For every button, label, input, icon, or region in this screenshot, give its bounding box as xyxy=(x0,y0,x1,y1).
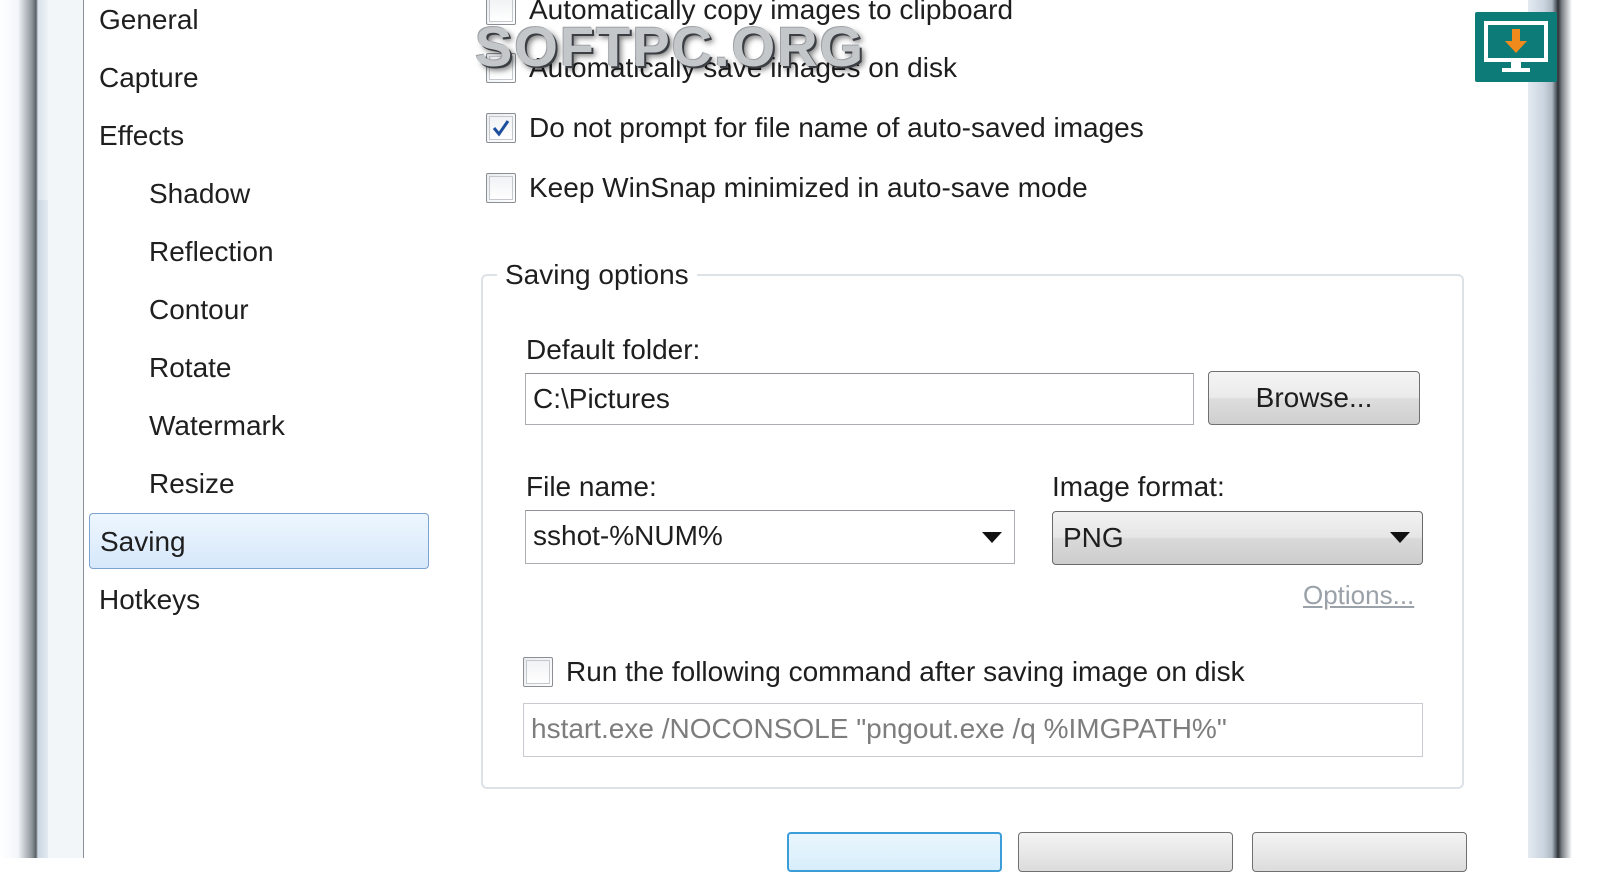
nav-item-general[interactable]: General xyxy=(99,0,199,48)
settings-nav-tree: General Capture Effects Shadow Reflectio… xyxy=(83,0,438,858)
keep-minimized-option[interactable]: Keep WinSnap minimized in auto-save mode xyxy=(486,168,1088,208)
keep-minimized-checkbox[interactable] xyxy=(486,173,516,203)
nav-item-shadow[interactable]: Shadow xyxy=(149,166,250,222)
image-format-dropdown-icon[interactable] xyxy=(1390,532,1410,543)
saving-settings-panel: Automatically copy images to clipboard A… xyxy=(437,0,1497,872)
image-format-label: Image format: xyxy=(1052,471,1225,502)
ok-button[interactable] xyxy=(787,832,1002,872)
file-name-label: File name: xyxy=(526,471,657,502)
image-format-select[interactable]: PNG xyxy=(1052,511,1423,565)
command-input[interactable]: hstart.exe /NOCONSOLE "pngout.exe /q %IM… xyxy=(523,703,1423,757)
nav-item-hotkeys[interactable]: Hotkeys xyxy=(99,572,200,628)
nav-item-resize[interactable]: Resize xyxy=(149,456,235,512)
default-folder-input[interactable]: C:\Pictures xyxy=(525,373,1194,425)
no-prompt-checkbox[interactable] xyxy=(486,113,516,143)
no-prompt-label: Do not prompt for file name of auto-save… xyxy=(529,112,1144,143)
nav-item-saving[interactable]: Saving xyxy=(89,513,429,569)
run-command-label: Run the following command after saving i… xyxy=(566,656,1245,687)
nav-item-rotate[interactable]: Rotate xyxy=(149,340,232,396)
watermark-text: SOFTPC.ORG xyxy=(475,15,866,78)
nav-item-capture[interactable]: Capture xyxy=(99,50,199,106)
window-frame-strip xyxy=(38,0,48,858)
window-frame-right xyxy=(1528,0,1600,858)
monitor-download-icon xyxy=(1484,21,1548,72)
run-command-checkbox[interactable] xyxy=(523,657,553,687)
image-format-value: PNG xyxy=(1063,522,1124,553)
nav-item-contour[interactable]: Contour xyxy=(149,282,249,338)
site-logo xyxy=(1475,12,1557,82)
sidebar-margin xyxy=(48,0,84,858)
nav-item-effects[interactable]: Effects xyxy=(99,108,184,164)
nav-item-watermark[interactable]: Watermark xyxy=(149,398,285,454)
default-folder-label: Default folder: xyxy=(526,334,701,365)
checkmark-icon xyxy=(492,120,510,137)
file-name-dropdown-icon[interactable] xyxy=(982,532,1002,543)
cancel-button[interactable] xyxy=(1018,832,1233,872)
run-command-option[interactable]: Run the following command after saving i… xyxy=(523,652,1245,692)
file-name-value: sshot-%NUM% xyxy=(533,520,723,551)
file-name-combobox[interactable]: sshot-%NUM% xyxy=(525,510,1015,564)
apply-button[interactable] xyxy=(1252,832,1467,872)
keep-minimized-label: Keep WinSnap minimized in auto-save mode xyxy=(529,172,1088,203)
no-prompt-option[interactable]: Do not prompt for file name of auto-save… xyxy=(486,108,1144,148)
saving-options-title: Saving options xyxy=(497,256,697,294)
window-frame-left xyxy=(0,0,38,858)
browse-button[interactable]: Browse... xyxy=(1208,371,1420,425)
nav-item-reflection[interactable]: Reflection xyxy=(149,224,274,280)
format-options-link[interactable]: Options... xyxy=(1303,580,1414,611)
